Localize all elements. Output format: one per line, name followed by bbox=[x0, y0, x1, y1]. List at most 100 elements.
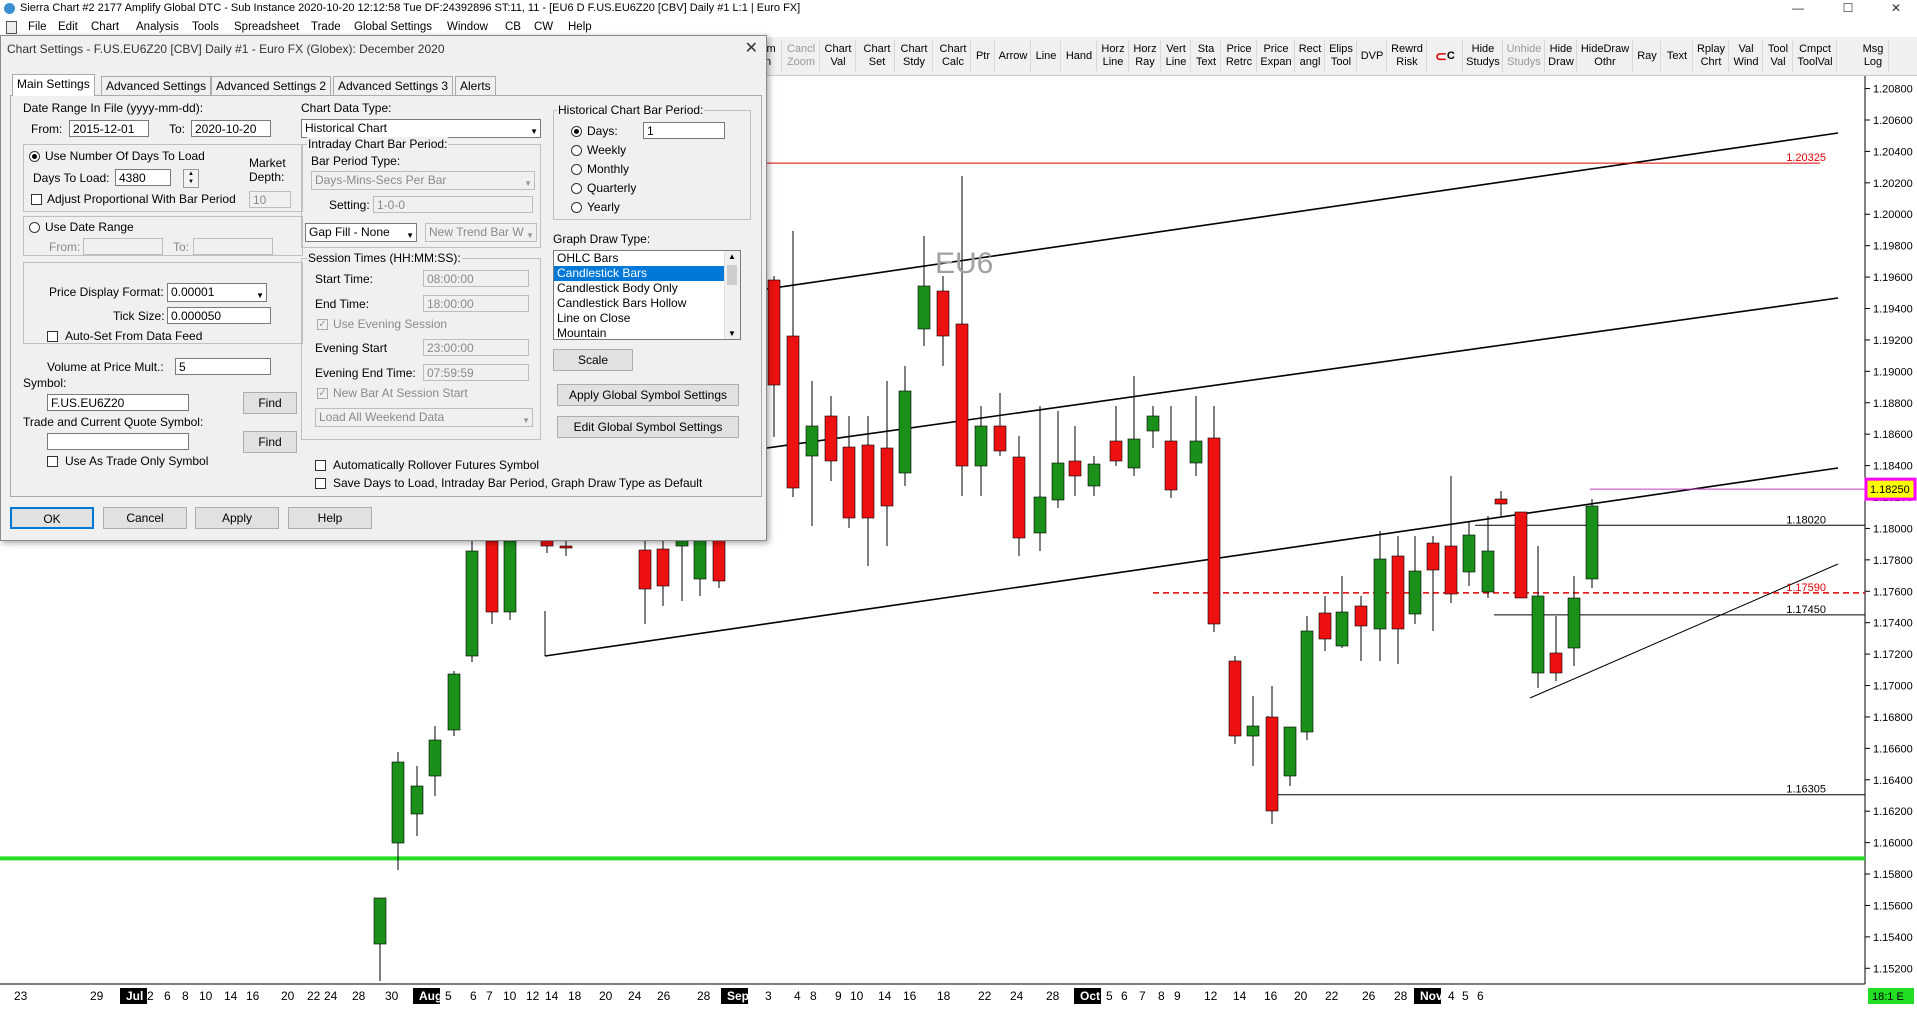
toolbar-arrow-button[interactable]: Arrow bbox=[996, 40, 1031, 72]
menu-cw[interactable]: CW bbox=[534, 17, 553, 37]
up-candle[interactable] bbox=[1300, 630, 1314, 733]
down-candle[interactable] bbox=[1514, 511, 1528, 599]
menu-analysis[interactable]: Analysis bbox=[136, 17, 179, 37]
up-candle[interactable] bbox=[1531, 595, 1545, 674]
down-candle[interactable] bbox=[1354, 605, 1368, 627]
minimize-button[interactable]: — bbox=[1780, 0, 1816, 17]
maximize-button[interactable]: ☐ bbox=[1830, 0, 1866, 17]
days-period-field[interactable]: 1 bbox=[643, 122, 725, 139]
up-candle[interactable] bbox=[1567, 597, 1581, 649]
down-candle[interactable] bbox=[1109, 440, 1123, 462]
evening-start-field[interactable]: 23:00:00 bbox=[423, 339, 529, 356]
end-time-field[interactable]: 18:00:00 bbox=[423, 295, 529, 312]
up-candle[interactable] bbox=[447, 673, 461, 731]
down-candle[interactable] bbox=[842, 446, 856, 519]
apply-global-symbol-button[interactable]: Apply Global Symbol Settings bbox=[557, 384, 739, 406]
tab-advanced-settings-3[interactable]: Advanced Settings 3 bbox=[333, 76, 454, 95]
save-defaults-checkbox[interactable] bbox=[315, 478, 326, 489]
scroll-down-icon[interactable]: ▼ bbox=[728, 329, 736, 338]
use-days-radio[interactable] bbox=[29, 151, 40, 162]
menu-window[interactable]: Window bbox=[447, 17, 488, 37]
days-radio[interactable] bbox=[571, 126, 582, 137]
up-candle[interactable] bbox=[1481, 550, 1495, 593]
down-candle[interactable] bbox=[485, 540, 499, 613]
bar-period-type-select[interactable]: Days-Mins-Secs Per Bar ▼ bbox=[311, 171, 535, 190]
toolbar-price-retrc-button[interactable]: Price Retrc bbox=[1222, 40, 1257, 72]
dr-from-field[interactable] bbox=[83, 238, 163, 255]
down-candle[interactable] bbox=[656, 548, 670, 587]
menu-file[interactable]: File bbox=[28, 17, 47, 37]
help-button[interactable]: Help bbox=[288, 507, 372, 529]
toolbar-rectangle-button[interactable]: Rect angl bbox=[1296, 40, 1325, 72]
graph-draw-type-list[interactable]: OHLC Bars Candlestick Bars Candlestick B… bbox=[553, 250, 741, 340]
rollover-checkbox[interactable] bbox=[315, 460, 326, 471]
down-candle[interactable] bbox=[880, 447, 894, 507]
up-candle[interactable] bbox=[373, 897, 387, 945]
symbol-field[interactable]: F.US.EU6Z20 bbox=[47, 394, 189, 411]
up-candle[interactable] bbox=[1127, 438, 1141, 469]
toolbar-chart-set-button[interactable]: Chart Set bbox=[860, 40, 895, 72]
tab-advanced-settings-2[interactable]: Advanced Settings 2 bbox=[211, 76, 332, 95]
toolbar-hand-button[interactable]: Hand bbox=[1062, 40, 1097, 72]
up-candle[interactable] bbox=[1462, 534, 1476, 573]
price-format-select[interactable]: 0.00001 ▼ bbox=[167, 283, 267, 302]
toolbar-hide-draw-button[interactable]: Hide Draw bbox=[1546, 40, 1577, 72]
up-candle[interactable] bbox=[503, 540, 517, 613]
down-candle[interactable] bbox=[786, 335, 800, 489]
adjust-proportional-checkbox[interactable] bbox=[31, 194, 42, 205]
up-candle[interactable] bbox=[1146, 415, 1160, 432]
cancel-button[interactable]: Cancel bbox=[103, 507, 187, 529]
dialog-close-button[interactable]: ✕ bbox=[745, 38, 758, 58]
scale-button[interactable]: Scale bbox=[553, 349, 633, 371]
up-candle[interactable] bbox=[805, 425, 819, 457]
toolbar-hide-draw-othr-button[interactable]: HideDraw Othr bbox=[1578, 40, 1633, 72]
tab-main-settings[interactable]: Main Settings bbox=[12, 74, 95, 96]
toolbar-line-button[interactable]: Line bbox=[1032, 40, 1061, 72]
menu-chart[interactable]: Chart bbox=[91, 17, 119, 37]
menu-help[interactable]: Help bbox=[568, 17, 592, 37]
toolbar-unhide-studys-button[interactable]: Unhide Studys bbox=[1504, 40, 1545, 72]
up-candle[interactable] bbox=[1033, 496, 1047, 534]
toolbar-text-button[interactable]: Text bbox=[1662, 40, 1693, 72]
find-symbol-button[interactable]: Find bbox=[243, 392, 297, 414]
toolbar-horz-line-button[interactable]: Horz Line bbox=[1098, 40, 1129, 72]
trade-only-checkbox[interactable] bbox=[47, 456, 58, 467]
market-depth-field[interactable]: 10 bbox=[249, 191, 291, 208]
down-candle[interactable] bbox=[1494, 498, 1508, 505]
menu-tools[interactable]: Tools bbox=[192, 17, 219, 37]
down-candle[interactable] bbox=[559, 545, 573, 549]
toolbar-replay-chart-button[interactable]: Rplay Chrt bbox=[1694, 40, 1729, 72]
up-candle[interactable] bbox=[465, 550, 479, 657]
up-candle[interactable] bbox=[1189, 440, 1203, 464]
up-candle[interactable] bbox=[1335, 611, 1349, 647]
new-trend-select[interactable]: New Trend Bar W ▼ bbox=[425, 223, 537, 242]
days-spinner-icon[interactable]: ▲ ▼ bbox=[183, 169, 199, 188]
tab-advanced-settings[interactable]: Advanced Settings bbox=[101, 76, 212, 95]
menu-spreadsheet[interactable]: Spreadsheet bbox=[234, 17, 299, 37]
down-candle[interactable] bbox=[993, 425, 1007, 452]
vap-mult-field[interactable]: 5 bbox=[175, 358, 271, 375]
down-candle[interactable] bbox=[1012, 456, 1026, 539]
scroll-thumb[interactable] bbox=[727, 265, 737, 285]
tab-alerts[interactable]: Alerts bbox=[455, 76, 496, 95]
start-time-field[interactable]: 08:00:00 bbox=[423, 270, 529, 287]
down-candle[interactable] bbox=[1444, 545, 1458, 595]
toolbar-ellipse-tool-button[interactable]: Elips Tool bbox=[1326, 40, 1357, 72]
toolbar-vert-line-button[interactable]: Vert Line bbox=[1162, 40, 1191, 72]
scroll-up-icon[interactable]: ▲ bbox=[728, 252, 736, 261]
toolbar-ray-button[interactable]: Ray bbox=[1634, 40, 1661, 72]
toolbar-chart-stdy-button[interactable]: Chart Stdy bbox=[896, 40, 933, 72]
edit-global-symbol-button[interactable]: Edit Global Symbol Settings bbox=[557, 416, 739, 438]
up-candle[interactable] bbox=[410, 785, 424, 815]
toolbar-val-wind-button[interactable]: Val Wind bbox=[1730, 40, 1763, 72]
toolbar-dvp-button[interactable]: DVP bbox=[1358, 40, 1387, 72]
document-icon[interactable] bbox=[6, 21, 17, 34]
down-candle[interactable] bbox=[1207, 437, 1221, 625]
up-candle[interactable] bbox=[974, 425, 988, 467]
monthly-radio[interactable] bbox=[571, 164, 582, 175]
weekend-data-select[interactable]: Load All Weekend Data ▼ bbox=[315, 408, 533, 427]
up-candle[interactable] bbox=[1408, 570, 1422, 615]
toolbar-chart-calc-button[interactable]: Chart Calc bbox=[936, 40, 971, 72]
draw-type-option-selected[interactable]: Candlestick Bars bbox=[554, 266, 724, 281]
date-from-field[interactable]: 2015-12-01 bbox=[69, 120, 149, 137]
